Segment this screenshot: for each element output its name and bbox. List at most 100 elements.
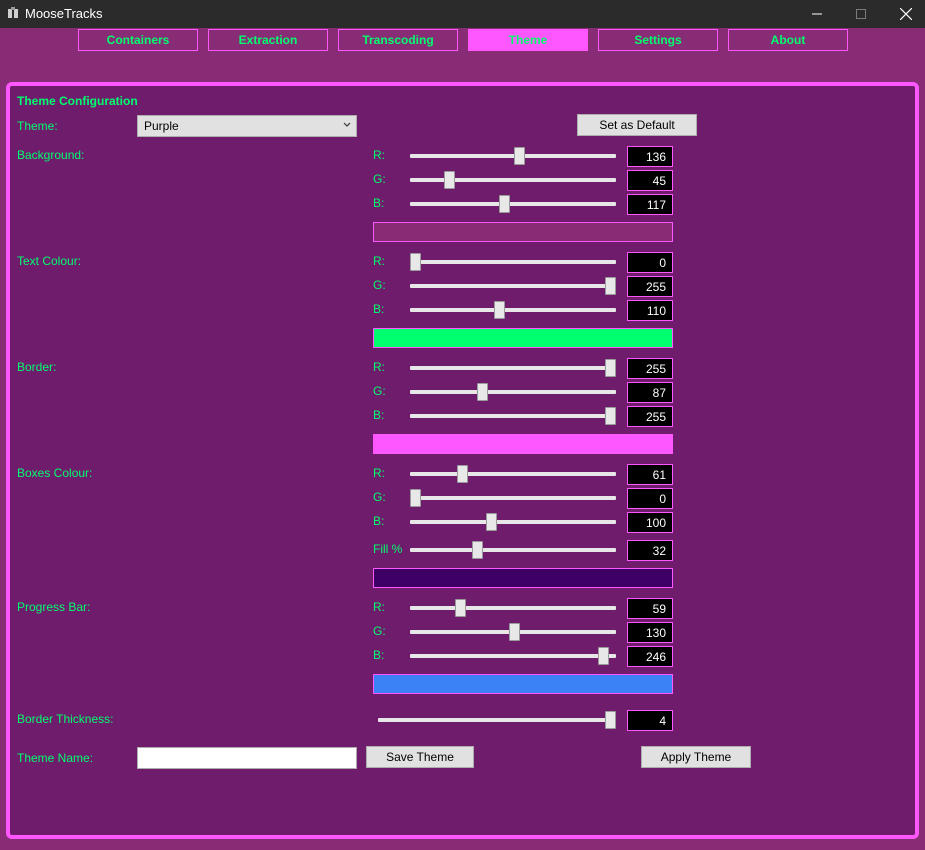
background-r-slider[interactable] xyxy=(410,154,616,158)
progress-b-label: B: xyxy=(373,648,385,662)
set-default-button[interactable]: Set as Default xyxy=(577,114,697,136)
tab-extraction[interactable]: Extraction xyxy=(208,29,328,51)
background-g-thumb[interactable] xyxy=(444,171,456,189)
border-r-slider[interactable] xyxy=(410,366,616,370)
text-b-slider[interactable] xyxy=(410,308,616,312)
tab-theme[interactable]: Theme xyxy=(468,29,588,51)
boxes-colour-label: Boxes Colour: xyxy=(17,466,93,480)
text-colour-preview xyxy=(373,328,673,348)
text-r-thumb[interactable] xyxy=(410,253,421,271)
text-b-label: B: xyxy=(373,302,385,316)
border-r-label: R: xyxy=(373,360,385,374)
background-b-slider[interactable] xyxy=(410,202,616,206)
boxes-fill-slider[interactable] xyxy=(410,548,616,552)
maximize-button[interactable] xyxy=(838,0,884,28)
text-g-slider[interactable] xyxy=(410,284,616,288)
background-label: Background: xyxy=(17,148,85,162)
background-g-value[interactable]: 45 xyxy=(627,170,673,191)
text-b-thumb[interactable] xyxy=(494,301,506,319)
progress-b-slider[interactable] xyxy=(410,654,616,658)
boxes-r-value[interactable]: 61 xyxy=(627,464,673,485)
theme-label: Theme: xyxy=(17,119,58,133)
background-r-label: R: xyxy=(373,148,385,162)
progress-r-value[interactable]: 59 xyxy=(627,598,673,619)
border-thickness-thumb[interactable] xyxy=(605,711,616,729)
theme-dropdown-value: Purple xyxy=(144,119,179,133)
border-preview xyxy=(373,434,673,454)
theme-panel xyxy=(6,82,919,839)
text-g-label: G: xyxy=(373,278,386,292)
text-g-thumb[interactable] xyxy=(605,277,616,295)
theme-name-input[interactable] xyxy=(137,747,357,769)
boxes-r-slider[interactable] xyxy=(410,472,616,476)
chevron-down-icon xyxy=(343,122,351,127)
border-b-label: B: xyxy=(373,408,385,422)
border-b-thumb[interactable] xyxy=(605,407,616,425)
border-g-label: G: xyxy=(373,384,386,398)
border-r-thumb[interactable] xyxy=(605,359,616,377)
border-b-value[interactable]: 255 xyxy=(627,406,673,427)
background-r-thumb[interactable] xyxy=(514,147,525,165)
text-r-label: R: xyxy=(373,254,385,268)
tab-transcoding[interactable]: Transcoding xyxy=(338,29,458,51)
text-r-value[interactable]: 0 xyxy=(627,252,673,273)
border-r-value[interactable]: 255 xyxy=(627,358,673,379)
apply-theme-button[interactable]: Apply Theme xyxy=(641,746,751,768)
progress-bar-preview xyxy=(373,674,673,694)
boxes-fill-label: Fill % xyxy=(373,542,403,556)
boxes-g-label: G: xyxy=(373,490,386,504)
close-button[interactable] xyxy=(883,0,925,28)
background-b-label: B: xyxy=(373,196,385,210)
boxes-fill-thumb[interactable] xyxy=(472,541,484,559)
text-b-value[interactable]: 110 xyxy=(627,300,673,321)
section-title: Theme Configuration xyxy=(17,94,138,108)
close-icon xyxy=(900,8,912,20)
border-thickness-slider[interactable] xyxy=(378,718,616,722)
minimize-button[interactable] xyxy=(794,0,840,28)
text-r-slider[interactable] xyxy=(410,260,616,264)
boxes-b-value[interactable]: 100 xyxy=(627,512,673,533)
progress-g-label: G: xyxy=(373,624,386,638)
boxes-b-thumb[interactable] xyxy=(486,513,498,531)
text-g-value[interactable]: 255 xyxy=(627,276,673,297)
tab-settings[interactable]: Settings xyxy=(598,29,718,51)
theme-name-label: Theme Name: xyxy=(17,751,94,765)
background-g-slider[interactable] xyxy=(410,178,616,182)
progress-r-thumb[interactable] xyxy=(455,599,467,617)
background-b-value[interactable]: 117 xyxy=(627,194,673,215)
border-b-slider[interactable] xyxy=(410,414,616,418)
tab-about[interactable]: About xyxy=(728,29,848,51)
border-thickness-value[interactable]: 4 xyxy=(627,710,673,731)
title-bar: MooseTracks xyxy=(0,0,925,28)
maximize-icon xyxy=(856,9,866,19)
boxes-g-thumb[interactable] xyxy=(410,489,421,507)
theme-dropdown[interactable]: Purple xyxy=(137,115,357,137)
text-colour-label: Text Colour: xyxy=(17,254,82,268)
boxes-g-slider[interactable] xyxy=(410,496,616,500)
background-b-thumb[interactable] xyxy=(499,195,511,213)
progress-g-thumb[interactable] xyxy=(509,623,521,641)
border-g-thumb[interactable] xyxy=(476,383,488,401)
tab-containers[interactable]: Containers xyxy=(78,29,198,51)
progress-r-slider[interactable] xyxy=(410,606,616,610)
border-g-slider[interactable] xyxy=(410,390,616,394)
boxes-r-thumb[interactable] xyxy=(456,465,468,483)
progress-g-value[interactable]: 130 xyxy=(627,622,673,643)
background-r-value[interactable]: 136 xyxy=(627,146,673,167)
progress-b-value[interactable]: 246 xyxy=(627,646,673,667)
boxes-colour-preview xyxy=(373,568,673,588)
boxes-g-value[interactable]: 0 xyxy=(627,488,673,509)
boxes-fill-value[interactable]: 32 xyxy=(627,540,673,561)
boxes-b-label: B: xyxy=(373,514,385,528)
progress-r-label: R: xyxy=(373,600,385,614)
border-g-value[interactable]: 87 xyxy=(627,382,673,403)
boxes-r-label: R: xyxy=(373,466,385,480)
boxes-b-slider[interactable] xyxy=(410,520,616,524)
progress-bar-label: Progress Bar: xyxy=(17,600,91,614)
minimize-icon xyxy=(812,13,822,15)
background-g-label: G: xyxy=(373,172,386,186)
progress-b-thumb[interactable] xyxy=(598,647,610,665)
background-preview xyxy=(373,222,673,242)
app-icon xyxy=(8,7,18,18)
save-theme-button[interactable]: Save Theme xyxy=(366,746,474,768)
